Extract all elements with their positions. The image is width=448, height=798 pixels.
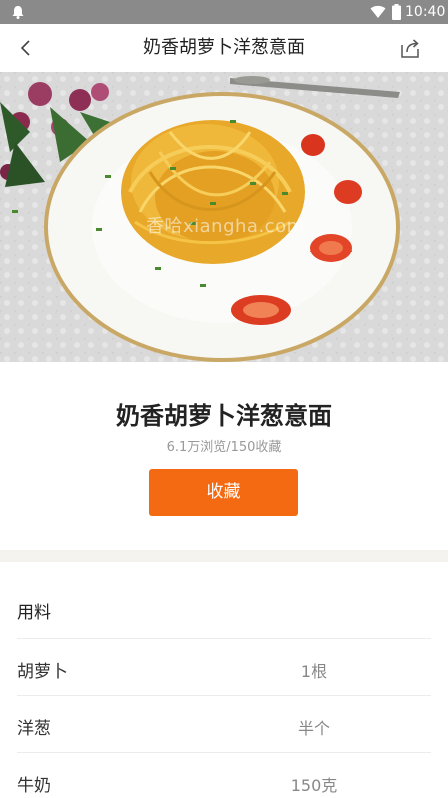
ingredient-quantity: 150克 bbox=[290, 776, 338, 795]
ingredients-header: 用料 bbox=[17, 603, 51, 623]
image-watermark: 香哈xiangha.com bbox=[146, 216, 305, 237]
recipe-name: 奶香胡萝卜洋葱意面 bbox=[116, 402, 332, 430]
ingredient-name: 牛奶 bbox=[17, 776, 51, 796]
section-divider bbox=[0, 550, 448, 562]
ingredient-quantity: 半个 bbox=[297, 719, 330, 738]
page-title: 奶香胡萝卜洋葱意面 bbox=[143, 37, 305, 58]
share-icon[interactable] bbox=[398, 36, 422, 60]
nav-bar: 奶香胡萝卜洋葱意面 bbox=[0, 24, 448, 72]
ingredients-section: 用料 胡萝卜 1根 洋葱 半个 牛奶 150克 bbox=[0, 562, 448, 798]
status-time: 10:40 bbox=[405, 4, 446, 20]
ingredient-row: 胡萝卜 1根 bbox=[17, 638, 431, 695]
ingredient-name: 洋葱 bbox=[17, 719, 51, 739]
status-bar: 10:40 bbox=[0, 0, 448, 24]
recipe-stats: 6.1万浏览/150收藏 bbox=[166, 440, 282, 455]
wifi-icon bbox=[370, 5, 386, 18]
recipe-info: 奶香胡萝卜洋葱意面 6.1万浏览/150收藏 收藏 bbox=[0, 362, 448, 550]
ingredient-row: 洋葱 半个 bbox=[17, 695, 431, 752]
collect-button[interactable]: 收藏 bbox=[149, 469, 298, 516]
recipe-hero-image: 香哈xiangha.com bbox=[0, 72, 448, 362]
ingredient-quantity: 1根 bbox=[300, 662, 328, 681]
ingredient-name: 胡萝卜 bbox=[17, 662, 68, 682]
ingredient-row: 牛奶 150克 bbox=[17, 752, 431, 798]
notification-icon bbox=[12, 6, 24, 19]
battery-icon bbox=[392, 4, 401, 20]
